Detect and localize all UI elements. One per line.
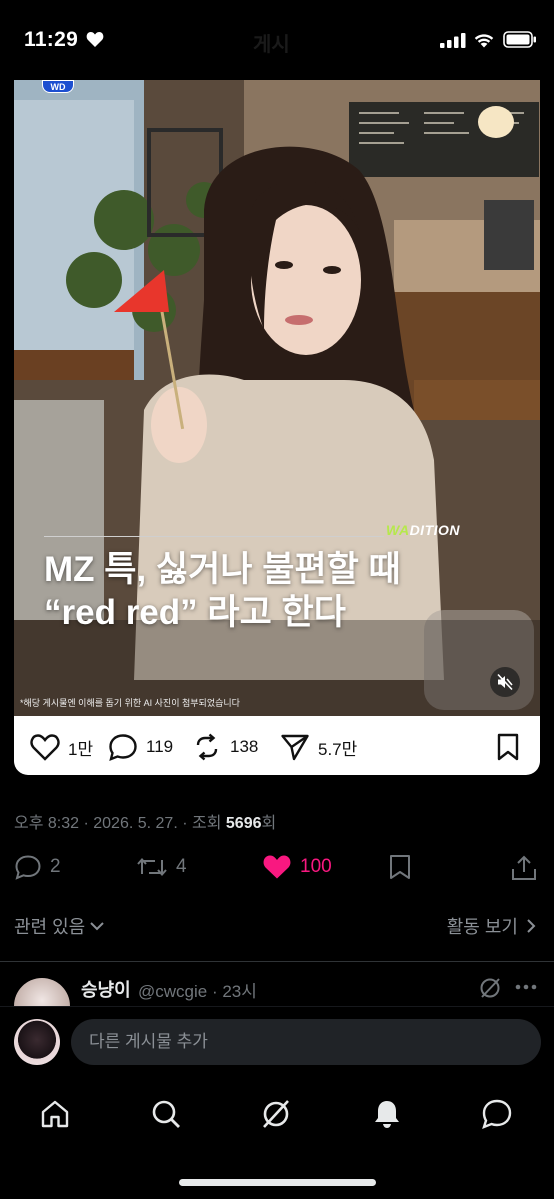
heart-filled-icon bbox=[263, 855, 291, 879]
search-icon bbox=[152, 1100, 180, 1128]
home-indicator bbox=[179, 1179, 376, 1186]
brand-prefix: WA bbox=[386, 522, 410, 538]
more-options-icon[interactable] bbox=[515, 984, 537, 990]
reply-item[interactable]: 승냥이 @cwcgie · 23시 bbox=[0, 962, 554, 1006]
card-like-button[interactable]: 1만 bbox=[30, 733, 93, 761]
repost-icon bbox=[196, 733, 218, 761]
card-repost-button[interactable]: 138 bbox=[192, 733, 258, 761]
like-count: 100 bbox=[300, 856, 332, 877]
status-bar: 11:29 게시 bbox=[0, 0, 554, 80]
post-time: 오후 8:32 bbox=[14, 815, 80, 832]
views-label: 조회 bbox=[191, 815, 222, 832]
headline-line1: MZ 특, 싫거나 불편할 때 bbox=[44, 550, 401, 589]
card-share-button[interactable]: 5.7만 bbox=[280, 733, 357, 761]
reply-composer: 다른 게시물 추가 bbox=[0, 1006, 554, 1076]
card-share-count: 5.7만 bbox=[318, 739, 358, 759]
headline-line2: “red red” 라고 한다 bbox=[44, 593, 346, 632]
view-count: 5696 bbox=[225, 815, 262, 832]
battery-icon bbox=[503, 31, 536, 48]
wd-logo: WD bbox=[42, 80, 74, 93]
chevron-right-icon bbox=[527, 919, 536, 933]
card-repost-count: 138 bbox=[230, 737, 259, 756]
mute-button[interactable] bbox=[490, 667, 520, 697]
speech-bubble-icon bbox=[109, 734, 137, 761]
bottom-navigation bbox=[0, 1076, 554, 1199]
repost-button[interactable]: 4 bbox=[136, 854, 187, 880]
brand-divider bbox=[44, 536, 384, 537]
reply-button[interactable]: 2 bbox=[14, 854, 61, 880]
grok-icon[interactable] bbox=[478, 976, 502, 1000]
post-actions: 2 4 100 bbox=[0, 850, 554, 890]
media-card-actions: 1만 119 138 5.7만 bbox=[14, 716, 540, 775]
repost-count: 4 bbox=[176, 856, 187, 877]
status-time: 11:29 bbox=[24, 28, 79, 51]
card-save-button[interactable] bbox=[496, 733, 520, 761]
reply-author-name[interactable]: 승냥이 bbox=[81, 976, 131, 1002]
card-comment-count: 119 bbox=[146, 737, 174, 756]
messages-icon bbox=[482, 1099, 512, 1130]
nav-search[interactable] bbox=[146, 1094, 186, 1134]
brand-suffix: DITION bbox=[409, 522, 461, 538]
bookmark-button[interactable] bbox=[388, 854, 412, 880]
retweet-icon bbox=[137, 857, 167, 877]
share-upload-icon bbox=[512, 855, 536, 880]
card-comment-button[interactable]: 119 bbox=[108, 733, 173, 761]
paper-plane-icon bbox=[281, 734, 309, 761]
my-avatar[interactable] bbox=[14, 1019, 60, 1065]
nav-home[interactable] bbox=[35, 1094, 75, 1134]
media-headline: MZ 특, 싫거나 불편할 때 “red red” 라고 한다 bbox=[44, 548, 524, 634]
reply-count: 2 bbox=[50, 856, 61, 877]
activity-label: 활동 보기 bbox=[446, 917, 518, 937]
reply-avatar[interactable] bbox=[14, 978, 70, 1006]
wifi-icon bbox=[474, 34, 494, 48]
related-sort-dropdown[interactable]: 관련 있음 bbox=[14, 913, 105, 939]
nav-messages[interactable] bbox=[477, 1094, 517, 1134]
related-label: 관련 있음 bbox=[14, 917, 86, 937]
post-meta: 오후 8:32 · 2026. 5. 27. · 조회 5696회 bbox=[14, 815, 277, 832]
like-button[interactable]: 100 bbox=[262, 854, 332, 880]
compose-input[interactable]: 다른 게시물 추가 bbox=[71, 1019, 541, 1065]
heart-status-icon bbox=[86, 32, 104, 47]
grok-icon bbox=[263, 1100, 289, 1128]
home-icon bbox=[41, 1100, 69, 1128]
heart-outline-icon bbox=[30, 734, 60, 761]
reply-author-handle: @cwcgie · 23시 bbox=[138, 982, 257, 1001]
ai-disclaimer: *해당 게시물엔 이해를 돕기 위한 AI 사진이 첨부되었습니다 bbox=[20, 698, 240, 708]
chevron-down-icon bbox=[90, 922, 104, 931]
share-button[interactable] bbox=[510, 854, 538, 882]
views-suffix: 회 bbox=[261, 815, 277, 832]
screen-title: 게시 bbox=[253, 34, 290, 56]
speaker-muted-icon bbox=[497, 673, 513, 691]
view-activity-link[interactable]: 활동 보기 bbox=[447, 913, 536, 939]
card-like-count: 1만 bbox=[68, 739, 94, 759]
bookmark-outline-icon bbox=[390, 855, 410, 879]
media-card[interactable]: WD WADITION MZ 특, 싫거나 불편할 때 “red red” 라고… bbox=[14, 80, 540, 775]
post-date: 2026. 5. 27. bbox=[93, 815, 178, 832]
reply-icon bbox=[15, 855, 41, 880]
cellular-signal-icon bbox=[440, 33, 466, 48]
post-photo[interactable]: WD WADITION MZ 특, 싫거나 불편할 때 “red red” 라고… bbox=[14, 80, 540, 716]
notifications-icon bbox=[375, 1101, 399, 1128]
nav-notifications[interactable] bbox=[367, 1094, 407, 1134]
nav-grok[interactable] bbox=[256, 1094, 296, 1134]
bookmark-icon bbox=[497, 733, 519, 761]
wadition-brand: WADITION bbox=[386, 522, 460, 538]
